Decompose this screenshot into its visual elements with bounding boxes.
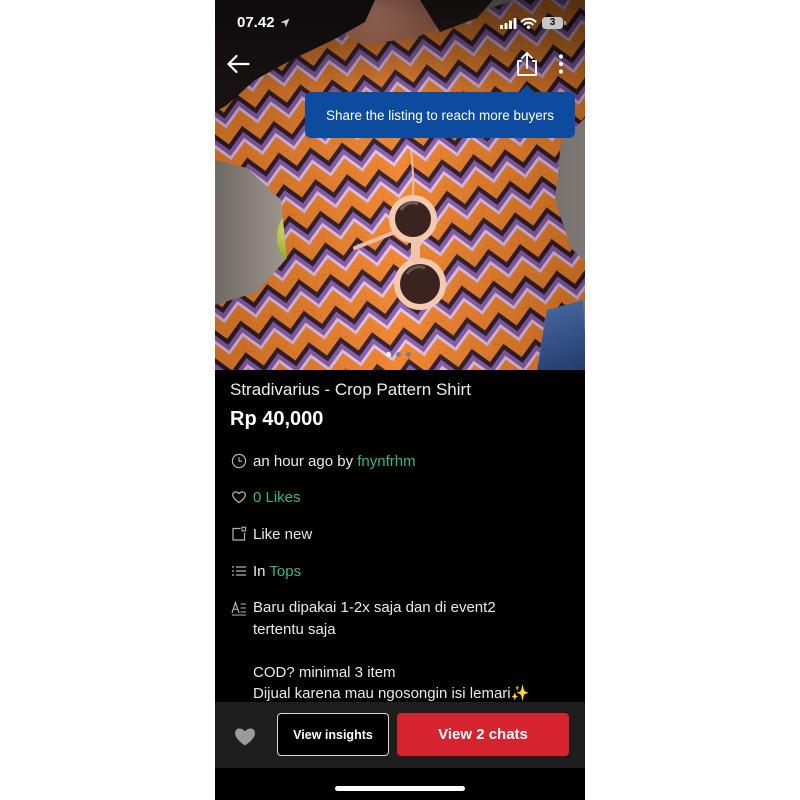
- description-line: tertentu saja: [253, 620, 336, 638]
- category-prefix: In: [253, 562, 266, 580]
- posted-time: an hour ago by: [253, 452, 354, 470]
- tooltip-pointer: [520, 85, 534, 92]
- seller-link[interactable]: fnynfrhm: [357, 453, 415, 470]
- gallery-dot[interactable]: [405, 351, 411, 357]
- posted-row: an hour ago by fnynfrhm: [231, 450, 416, 472]
- wifi-icon: [520, 17, 537, 29]
- description-line: Baru dipakai 1-2x saja dan di event2: [253, 599, 496, 616]
- category-row: In Tops: [231, 560, 301, 582]
- heart-filled-icon[interactable]: [233, 725, 257, 747]
- cellular-signal-icon: [500, 18, 517, 29]
- home-indicator[interactable]: [335, 786, 465, 791]
- more-vertical-icon[interactable]: [558, 54, 564, 74]
- sparkles-emoji: ✨: [510, 685, 530, 702]
- phone-screen: 07.42 3 Share the listing to reach more …: [215, 0, 585, 800]
- share-tooltip-text: Share the listing to reach more buyers: [325, 107, 555, 123]
- status-time: 07.42: [237, 14, 275, 31]
- likes-count[interactable]: 0 Likes: [253, 489, 301, 506]
- heart-outline-icon: [232, 491, 246, 504]
- gallery-dots: [378, 351, 418, 357]
- bottom-action-bar: View insights View 2 chats: [215, 702, 585, 768]
- share-icon[interactable]: [515, 51, 539, 77]
- posted-text-wrap: an hour ago by fnynfrhm: [253, 453, 416, 470]
- category-list-icon: [232, 566, 246, 576]
- battery-level: 3: [549, 17, 556, 28]
- battery-icon: 3: [542, 17, 566, 29]
- condition-row: Like new: [231, 523, 312, 545]
- view-chats-button[interactable]: View 2 chats: [397, 713, 569, 756]
- share-tooltip[interactable]: Share the listing to reach more buyers: [305, 85, 575, 138]
- description-text-icon: [231, 600, 246, 616]
- condition-tag-icon: [232, 526, 247, 541]
- description-line: COD? minimal 3 item: [253, 663, 396, 681]
- back-arrow-icon[interactable]: [226, 54, 250, 74]
- category-link[interactable]: Tops: [269, 563, 301, 580]
- description-line: Dijual karena mau ngosongin isi lemari: [253, 685, 511, 702]
- likes-row[interactable]: 0 Likes: [231, 486, 301, 508]
- location-arrow-icon: [280, 18, 290, 28]
- listing-price: Rp 40,000: [230, 408, 324, 430]
- listing-title: Stradivarius - Crop Pattern Shirt: [230, 380, 471, 399]
- category-text-wrap: In Tops: [253, 563, 301, 580]
- description-text: Baru dipakai 1-2x saja dan di event2 ter…: [253, 597, 529, 705]
- condition-text: Like new: [253, 525, 313, 543]
- view-insights-button[interactable]: View insights: [277, 713, 389, 756]
- clock-icon: [231, 453, 247, 469]
- gallery-dot[interactable]: [395, 351, 401, 357]
- gallery-dot-active[interactable]: [385, 351, 391, 357]
